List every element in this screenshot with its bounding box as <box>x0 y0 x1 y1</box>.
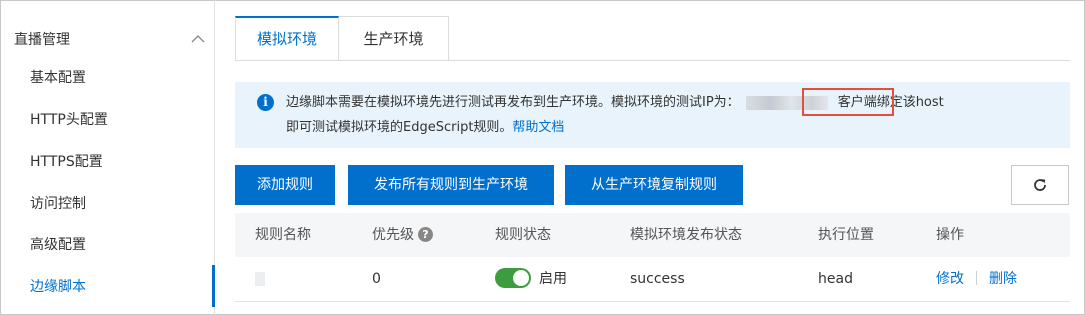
delete-rule-link[interactable]: 删除 <box>989 271 1017 287</box>
tab-production-env[interactable]: 生产环境 <box>339 16 450 61</box>
notice-text-before-ip: 边缘脚本需要在模拟环境先进行测试再发布到生产环境。模拟环境的测试IP为： <box>286 95 740 110</box>
rule-name-redacted <box>255 272 265 286</box>
question-icon[interactable]: ? <box>418 226 433 242</box>
action-separator <box>976 271 977 285</box>
notice-line-2: 即可测试模拟环境的EdgeScript规则。帮助文档 <box>286 117 564 139</box>
add-rule-button[interactable]: 添加规则 <box>235 165 335 205</box>
rule-priority: 0 <box>372 271 381 287</box>
sidebar-item-access-control[interactable]: 访问控制 <box>30 193 86 215</box>
rule-status-cell: 启用 <box>495 257 567 302</box>
env-tabs: 模拟环境 生产环境 <box>235 16 450 61</box>
ip-highlight-box <box>802 88 894 116</box>
info-notice: i 边缘脚本需要在模拟环境先进行测试再发布到生产环境。模拟环境的测试IP为： 客户… <box>235 82 1070 148</box>
tab-divider <box>235 60 1070 61</box>
actions-cell: 修改 删除 <box>936 257 1017 302</box>
col-priority: 优先级? <box>372 213 433 257</box>
col-rule-name: 规则名称 <box>255 227 311 243</box>
sidebar-group-label: 直播管理 <box>14 32 70 48</box>
col-exec-position: 执行位置 <box>818 227 874 243</box>
table-row: 0 启用 success head 修改 删除 <box>235 257 1070 302</box>
sidebar-item-edge-script[interactable]: 边缘脚本 <box>30 276 86 298</box>
refresh-button[interactable] <box>1011 165 1069 205</box>
copy-from-production-button[interactable]: 从生产环境复制规则 <box>565 165 743 205</box>
sidebar-item-advanced-config[interactable]: 高级配置 <box>30 234 86 256</box>
col-rule-status: 规则状态 <box>495 227 551 243</box>
publish-all-button[interactable]: 发布所有规则到生产环境 <box>348 165 554 205</box>
help-doc-link[interactable]: 帮助文档 <box>512 120 564 135</box>
sidebar-item-https-config[interactable]: HTTPS配置 <box>30 151 103 173</box>
exec-position: head <box>818 271 853 287</box>
sidebar-active-indicator <box>212 265 215 307</box>
col-publish-status: 模拟环境发布状态 <box>630 227 742 243</box>
sidebar-group-live-management[interactable]: 直播管理 <box>14 28 209 50</box>
rule-status-toggle[interactable] <box>495 267 531 288</box>
refresh-icon <box>1034 179 1046 191</box>
tab-simulation-env[interactable]: 模拟环境 <box>235 16 340 61</box>
chevron-up-icon[interactable] <box>187 28 209 50</box>
toggle-knob <box>513 269 529 286</box>
publish-status: success <box>630 271 685 287</box>
sidebar: 直播管理 基本配置 HTTP头配置 HTTPS配置 访问控制 高级配置 边缘脚本 <box>0 0 215 315</box>
sidebar-item-http-header[interactable]: HTTP头配置 <box>30 109 108 131</box>
rules-table-header: 规则名称 优先级? 规则状态 模拟环境发布状态 执行位置 操作 <box>235 213 1070 257</box>
rule-status-label: 启用 <box>539 271 567 287</box>
col-priority-label: 优先级 <box>372 227 414 243</box>
col-actions: 操作 <box>936 227 964 243</box>
sidebar-item-basic-config[interactable]: 基本配置 <box>30 67 86 89</box>
notice-line-2-text: 即可测试模拟环境的EdgeScript规则。 <box>286 120 513 135</box>
edit-rule-link[interactable]: 修改 <box>936 271 964 287</box>
info-icon: i <box>257 94 274 111</box>
